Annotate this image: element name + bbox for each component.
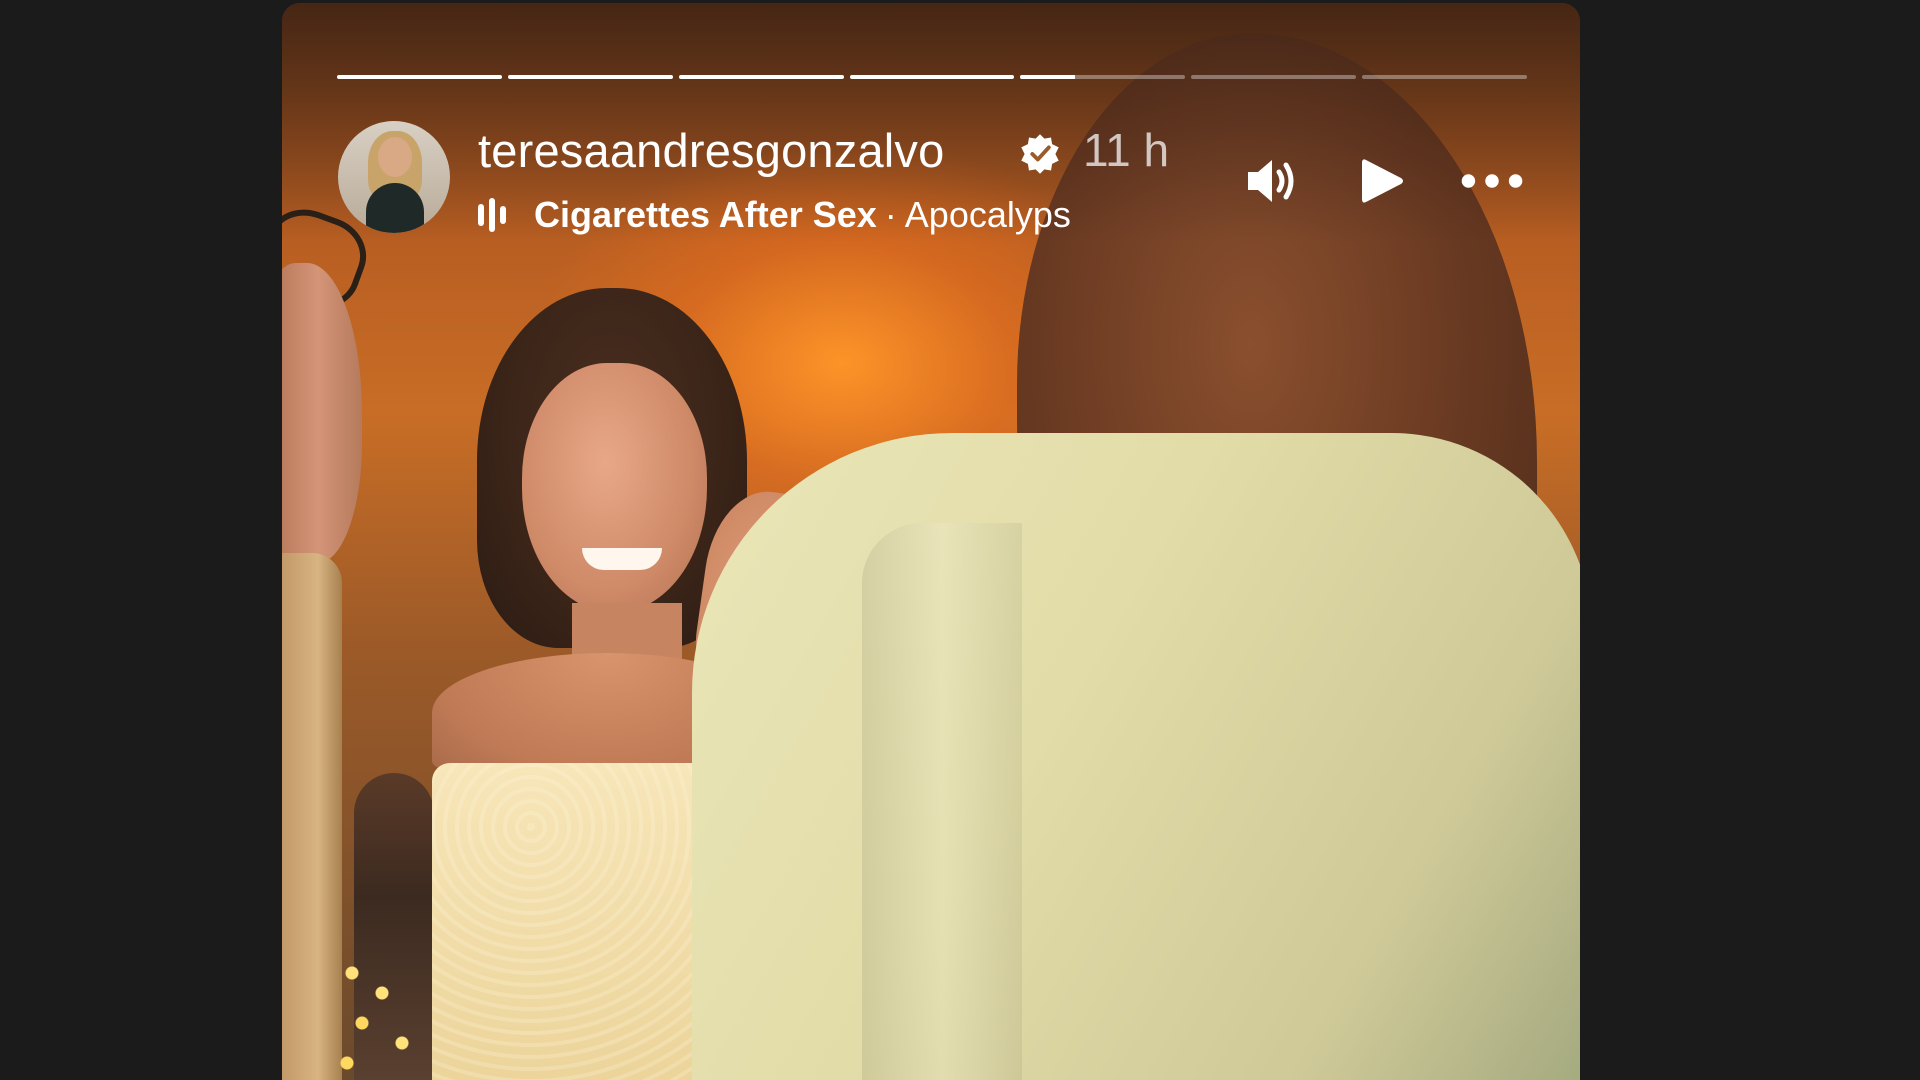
progress-segment-fill xyxy=(337,75,502,79)
music-artist[interactable]: Cigarettes After Sex xyxy=(534,194,877,236)
story-timestamp: 11 h xyxy=(1083,124,1170,176)
verified-badge-icon xyxy=(1021,134,1059,174)
progress-segment-fill xyxy=(1020,75,1075,79)
music-song-title[interactable]: Apocalyps xyxy=(905,194,1071,236)
progress-segment xyxy=(1191,75,1357,79)
progress-segment xyxy=(1020,75,1186,79)
progress-segment xyxy=(337,75,502,79)
progress-segment xyxy=(1362,75,1528,79)
progress-segment-fill xyxy=(849,75,1015,79)
guest-coat xyxy=(692,433,1580,1080)
story-controls xyxy=(1240,151,1524,211)
progress-segment-fill xyxy=(507,75,673,79)
bride-face xyxy=(522,363,707,613)
username-link[interactable]: teresaandresgonzalvo xyxy=(478,123,944,178)
guest-coat-fold xyxy=(862,523,1022,1080)
avatar-face xyxy=(378,137,412,177)
story-progress-bar xyxy=(337,75,1528,79)
more-options-button[interactable] xyxy=(1460,149,1524,213)
play-icon xyxy=(1362,159,1403,203)
volume-icon xyxy=(1248,160,1294,202)
page: teresaandresgonzalvo 11 h Cigarettes Aft… xyxy=(0,0,1920,1080)
background-man-face xyxy=(282,263,362,563)
progress-segment xyxy=(678,75,844,79)
more-options-icon xyxy=(1461,174,1523,188)
story-viewer[interactable]: teresaandresgonzalvo 11 h Cigarettes Aft… xyxy=(282,3,1580,1080)
bride-smile xyxy=(582,548,662,570)
mute-button[interactable] xyxy=(1240,149,1304,213)
music-attribution[interactable]: Cigarettes After Sex · Apocalyps xyxy=(478,193,1071,237)
story-header: teresaandresgonzalvo 11 h Cigarettes Aft… xyxy=(338,121,1524,236)
progress-segment-fill xyxy=(678,75,844,79)
music-separator: · xyxy=(884,194,897,235)
audio-wave-icon xyxy=(478,197,514,233)
progress-segment xyxy=(507,75,673,79)
play-button[interactable] xyxy=(1350,149,1414,213)
background-lights xyxy=(332,953,422,1080)
progress-segment xyxy=(849,75,1015,79)
avatar-body xyxy=(366,183,424,233)
avatar[interactable] xyxy=(338,121,450,233)
